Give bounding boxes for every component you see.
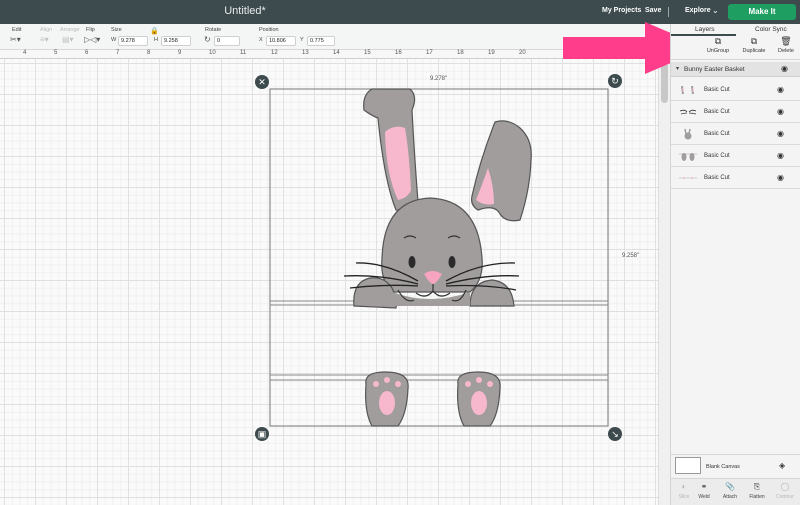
layer-row[interactable]: Basic Cut ◉ (671, 123, 800, 145)
delete-label: Delete (778, 48, 794, 54)
duplicate-icon: ⧉ (750, 36, 758, 46)
layer-row[interactable]: Basic Cut ◉ (671, 79, 800, 101)
eye-icon[interactable]: ◉ (777, 129, 784, 138)
layer-row[interactable]: Basic Cut ◉ (671, 167, 800, 189)
delete-button[interactable]: 🗑 Delete (773, 35, 799, 54)
layer-thumbnail-bunny (684, 128, 692, 140)
blank-canvas-label: Blank Canvas (706, 464, 740, 470)
layer-thumbnail-ears (681, 85, 694, 95)
attach-label: Attach (722, 494, 738, 500)
ungroup-button[interactable]: ⧉ UnGroup (703, 35, 733, 54)
eye-icon[interactable]: ◉ (781, 64, 788, 73)
contour-button[interactable]: ◯ Contour (772, 482, 798, 500)
duplicate-label: Duplicate (742, 48, 766, 54)
layer-actions: ⧉ UnGroup ⧉ Duplicate 🗑 Delete (671, 35, 800, 60)
layer-row[interactable]: Basic Cut ◉ (671, 101, 800, 123)
panel-tabs: Layers Color Sync (671, 24, 800, 36)
eye-icon[interactable]: ◉ (777, 85, 784, 94)
flatten-label: Flatten (749, 494, 765, 500)
eye-icon[interactable]: ◉ (777, 151, 784, 160)
contour-icon: ◯ (780, 482, 790, 491)
attach-button[interactable]: 📎 Attach (717, 482, 743, 500)
layer-label: Basic Cut (704, 175, 730, 181)
layer-label: Basic Cut (704, 131, 730, 137)
flatten-icon: ⎘ (753, 482, 761, 491)
weld-icon: ⚭ (700, 482, 708, 491)
contour-label: Contour (776, 494, 794, 500)
layer-row[interactable]: Basic Cut ◉ (671, 145, 800, 167)
layer-thumbnail-whiskers (679, 109, 697, 115)
blank-canvas-row[interactable]: Blank Canvas ◈ (671, 454, 800, 478)
bottom-action-bar: ◐ Slice ⚭ Weld 📎 Attach ⎘ Flatten ◯ Cont… (671, 478, 800, 505)
weld-label: Weld (698, 494, 710, 500)
layer-thumbnail-paws (679, 153, 697, 161)
ungroup-label: UnGroup (706, 48, 730, 54)
tab-color-sync[interactable]: Color Sync (755, 26, 787, 33)
flatten-button[interactable]: ⎘ Flatten (744, 482, 770, 500)
caret-down-icon[interactable]: ▾ (676, 65, 679, 72)
layer-label: Basic Cut (704, 87, 730, 93)
layer-group-header[interactable]: ▾ Bunny Easter Basket ◉ (671, 62, 800, 77)
trash-icon: 🗑 (780, 36, 792, 46)
paperclip-icon: 📎 (725, 482, 735, 491)
ungroup-icon: ⧉ (714, 36, 722, 46)
eye-icon[interactable]: ◉ (777, 107, 784, 116)
eye-icon[interactable]: ◉ (777, 173, 784, 182)
weld-button[interactable]: ⚭ Weld (691, 482, 717, 500)
layer-label: Basic Cut (704, 153, 730, 159)
eye-hidden-icon[interactable]: ◈ (779, 461, 785, 470)
design-space-app: Untitled* My Projects Save Explore ⌄ Mak… (0, 0, 800, 505)
layers-panel: Layers Color Sync ⧉ UnGroup ⧉ Duplicate … (670, 24, 800, 505)
tab-layers[interactable]: Layers (695, 26, 715, 33)
layer-label: Basic Cut (704, 109, 730, 115)
canvas-swatch[interactable] (675, 457, 701, 474)
duplicate-button[interactable]: ⧉ Duplicate (739, 35, 769, 54)
group-name: Bunny Easter Basket (684, 66, 745, 73)
layer-thumbnail-dots (679, 177, 697, 179)
